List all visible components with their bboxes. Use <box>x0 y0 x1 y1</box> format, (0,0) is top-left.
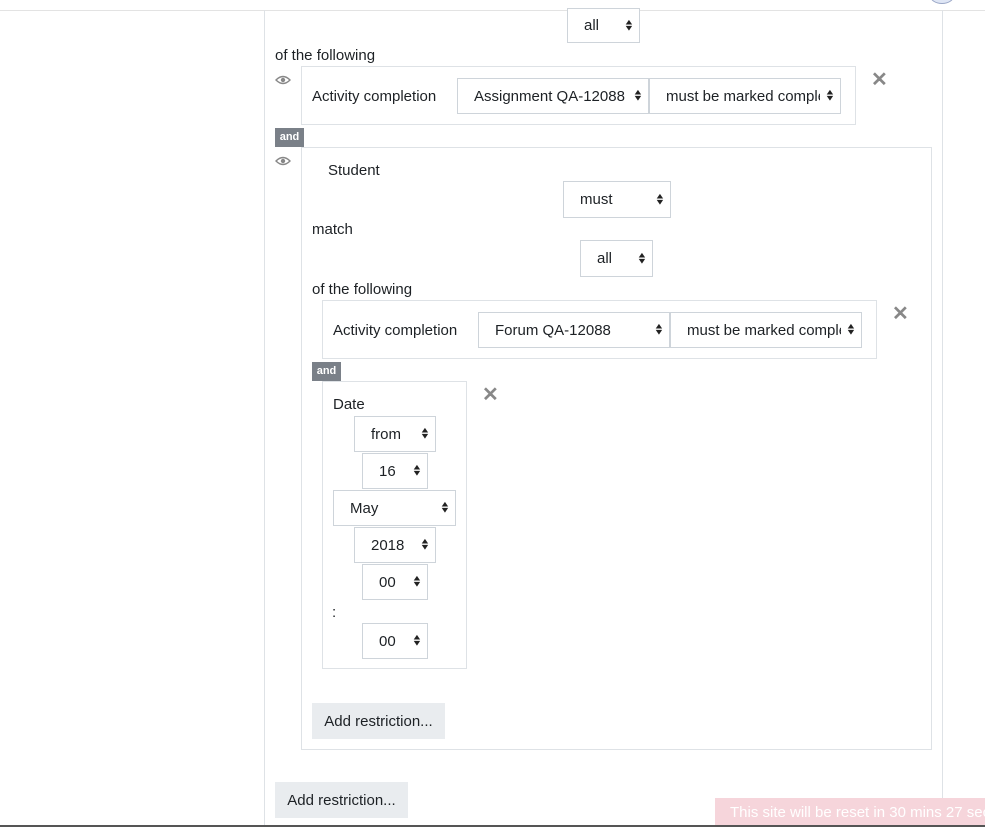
nested-add-restriction-button[interactable]: Add restriction... <box>312 703 445 739</box>
outer-activity-select-value: Assignment QA-12088 <box>474 87 625 105</box>
sort-arrows-icon: ▲ ▼ <box>636 250 648 266</box>
date-minute-select-value: 00 <box>379 632 396 650</box>
sort-arrows-icon: ▲ ▼ <box>411 574 423 589</box>
nested-must-select-value: must <box>580 191 613 208</box>
nested-all-select[interactable]: all ▲ ▼ <box>580 240 653 277</box>
close-icon[interactable]: ✕ <box>482 385 499 405</box>
sort-arrows-icon: ▲ ▼ <box>654 191 666 207</box>
sort-arrows-icon: ▲ ▼ <box>623 17 635 33</box>
sort-arrows-icon: ▲ ▼ <box>419 537 431 552</box>
nested-state-select-value: must be marked complete <box>687 321 841 339</box>
eye-icon[interactable] <box>275 156 291 166</box>
date-time-colon: : <box>332 604 337 621</box>
nested-and-badge: and <box>312 362 341 381</box>
date-minute-select[interactable]: 00 ▲ ▼ <box>362 623 428 659</box>
date-year-select[interactable]: 2018 ▲ ▼ <box>354 527 436 563</box>
sort-arrows-icon: ▲ ▼ <box>411 463 423 478</box>
outer-state-select-value: must be marked complete <box>666 87 820 105</box>
outer-and-badge: and <box>275 128 304 147</box>
nested-activity-select[interactable]: Forum QA-12088 ▲ ▼ <box>478 312 670 348</box>
sort-arrows-icon: ▲ ▼ <box>419 426 431 441</box>
sort-arrows-icon: ▲ ▼ <box>439 500 451 515</box>
eye-icon[interactable] <box>275 75 291 85</box>
nested-match-label: match <box>312 221 353 238</box>
sort-arrows-icon: ▲ ▼ <box>845 322 857 337</box>
nested-all-select-value: all <box>597 250 613 267</box>
sort-arrows-icon: ▲ ▼ <box>411 633 423 648</box>
nested-student-label: Student <box>328 162 380 179</box>
outer-activity-select[interactable]: Assignment QA-12088 ▲ ▼ <box>457 78 649 114</box>
date-year-select-value: 2018 <box>371 536 405 554</box>
date-day-select[interactable]: 16 ▲ ▼ <box>362 453 428 489</box>
date-direction-select[interactable]: from ▲ ▼ <box>354 416 436 452</box>
nested-of-following-label: of the following <box>312 281 413 298</box>
date-hour-select-value: 00 <box>379 573 396 591</box>
outer-match-select-value: all <box>584 17 600 34</box>
nested-state-select[interactable]: must be marked complete ▲▼ <box>670 312 862 348</box>
page-top-bar <box>0 0 985 11</box>
date-month-select-value: May <box>350 499 379 517</box>
close-icon[interactable]: ✕ <box>892 304 909 324</box>
close-icon[interactable]: ✕ <box>871 70 888 90</box>
date-day-select-value: 16 <box>379 462 396 480</box>
date-hour-select[interactable]: 00 ▲ ▼ <box>362 564 428 600</box>
sort-arrows-icon: ▲ ▼ <box>824 88 836 103</box>
outer-condition-type-label: Activity completion <box>312 88 437 105</box>
sort-arrows-icon: ▲ ▼ <box>653 322 665 337</box>
nested-activity-select-value: Forum QA-12088 <box>495 321 611 339</box>
outer-of-following-label: of the following <box>275 47 376 64</box>
nested-must-select[interactable]: must ▲ ▼ <box>563 181 671 218</box>
date-month-select[interactable]: May ▲ ▼ <box>333 490 456 526</box>
outer-match-select[interactable]: all ▲ ▼ <box>567 8 640 43</box>
outer-state-select[interactable]: must be marked complete ▲▼ <box>649 78 841 114</box>
site-reset-toast: This site will be reset in 30 mins 27 se… <box>715 798 985 827</box>
sort-arrows-icon: ▲ ▼ <box>632 88 644 103</box>
content-border-right <box>942 10 943 800</box>
date-direction-select-value: from <box>371 425 401 443</box>
nested-condition-type-label: Activity completion <box>333 322 458 339</box>
date-label: Date <box>333 396 365 413</box>
outer-add-restriction-button[interactable]: Add restriction... <box>275 782 408 818</box>
content-border-left <box>264 10 265 827</box>
